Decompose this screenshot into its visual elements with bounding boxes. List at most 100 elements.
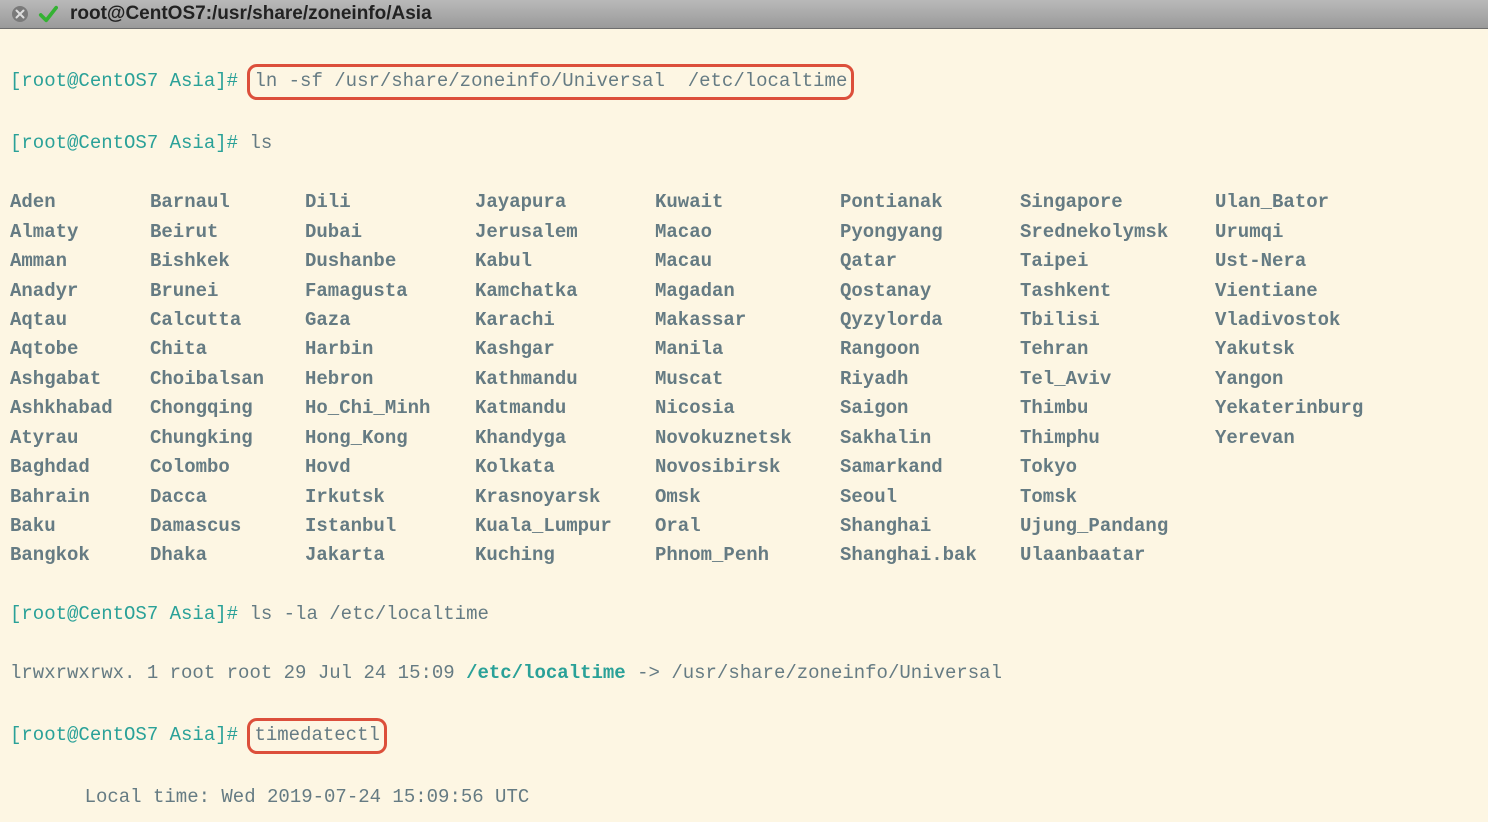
list-item: Dushanbe <box>305 247 475 276</box>
list-item: Beirut <box>150 218 305 247</box>
list-item: Katmandu <box>475 394 655 423</box>
list-item: Taipei <box>1020 247 1215 276</box>
list-item: Kolkata <box>475 453 655 482</box>
terminal-content[interactable]: [root@CentOS7 Asia]# ln -sf /usr/share/z… <box>0 29 1488 822</box>
list-item: Tokyo <box>1020 453 1215 482</box>
command-ln-highlighted: ln -sf /usr/share/zoneinfo/Universal /et… <box>247 64 854 99</box>
list-item: Thimphu <box>1020 424 1215 453</box>
list-item: Dhaka <box>150 541 305 570</box>
list-item: Bahrain <box>10 483 150 512</box>
list-item: Tehran <box>1020 335 1215 364</box>
list-item: Brunei <box>150 277 305 306</box>
list-item: Jerusalem <box>475 218 655 247</box>
list-item: Phnom_Penh <box>655 541 840 570</box>
list-item: Famagusta <box>305 277 475 306</box>
list-item: Damascus <box>150 512 305 541</box>
list-item: Thimbu <box>1020 394 1215 423</box>
list-item: Hovd <box>305 453 475 482</box>
ls-output: AdenBarnaulDiliJayapuraKuwaitPontianakSi… <box>6 188 1482 571</box>
list-item: Qyzylorda <box>840 306 1020 335</box>
shell-prompt: [root@CentOS7 Asia]# <box>10 603 238 625</box>
window-title: root@CentOS7:/usr/share/zoneinfo/Asia <box>70 3 432 25</box>
ls-la-output: lrwxrwxrwx. 1 root root 29 Jul 24 15:09 … <box>6 659 1482 688</box>
list-item: Tashkent <box>1020 277 1215 306</box>
list-item: Harbin <box>305 335 475 364</box>
list-item: Gaza <box>305 306 475 335</box>
shell-prompt: [root@CentOS7 Asia]# <box>10 132 238 154</box>
list-item: Shanghai.bak <box>840 541 1020 570</box>
list-item: Chungking <box>150 424 305 453</box>
list-item: Oral <box>655 512 840 541</box>
checkmark-icon <box>38 4 58 24</box>
list-item: Tbilisi <box>1020 306 1215 335</box>
list-item: Chita <box>150 335 305 364</box>
list-item: Kathmandu <box>475 365 655 394</box>
list-item: Yangon <box>1215 365 1390 394</box>
list-item: Omsk <box>655 483 840 512</box>
list-item: Choibalsan <box>150 365 305 394</box>
window-titlebar: root@CentOS7:/usr/share/zoneinfo/Asia <box>0 0 1488 29</box>
list-item: Dacca <box>150 483 305 512</box>
list-item: Seoul <box>840 483 1020 512</box>
list-item: Khandyga <box>475 424 655 453</box>
list-item: Aqtau <box>10 306 150 335</box>
list-item: Qostanay <box>840 277 1020 306</box>
list-item: Novosibirsk <box>655 453 840 482</box>
list-item: Almaty <box>10 218 150 247</box>
timedatectl-local-time: Local time: Wed 2019-07-24 15:09:56 UTC <box>6 783 1482 812</box>
list-item: Macau <box>655 247 840 276</box>
list-item: Shanghai <box>840 512 1020 541</box>
list-item: Saigon <box>840 394 1020 423</box>
shell-prompt: [root@CentOS7 Asia]# <box>10 724 238 746</box>
list-item: Srednekolymsk <box>1020 218 1215 247</box>
list-item: Jakarta <box>305 541 475 570</box>
list-item <box>1215 453 1390 482</box>
list-item: Magadan <box>655 277 840 306</box>
list-item: Karachi <box>475 306 655 335</box>
list-item: Pontianak <box>840 188 1020 217</box>
list-item: Kabul <box>475 247 655 276</box>
list-item: Novokuznetsk <box>655 424 840 453</box>
list-item: Baku <box>10 512 150 541</box>
list-item: Aqtobe <box>10 335 150 364</box>
list-item: Aden <box>10 188 150 217</box>
list-item: Bishkek <box>150 247 305 276</box>
list-item: Qatar <box>840 247 1020 276</box>
list-item: Yekaterinburg <box>1215 394 1390 423</box>
list-item: Anadyr <box>10 277 150 306</box>
list-item: Tomsk <box>1020 483 1215 512</box>
list-item: Calcutta <box>150 306 305 335</box>
list-item: Irkutsk <box>305 483 475 512</box>
list-item: Singapore <box>1020 188 1215 217</box>
list-item: Atyrau <box>10 424 150 453</box>
list-item: Nicosia <box>655 394 840 423</box>
list-item: Bangkok <box>10 541 150 570</box>
list-item: Istanbul <box>305 512 475 541</box>
close-icon[interactable] <box>10 4 30 24</box>
list-item: Krasnoyarsk <box>475 483 655 512</box>
list-item: Makassar <box>655 306 840 335</box>
list-item: Macao <box>655 218 840 247</box>
list-item: Ashkhabad <box>10 394 150 423</box>
list-item: Yakutsk <box>1215 335 1390 364</box>
list-item: Ashgabat <box>10 365 150 394</box>
list-item: Sakhalin <box>840 424 1020 453</box>
list-item: Urumqi <box>1215 218 1390 247</box>
list-item: Vientiane <box>1215 277 1390 306</box>
list-item: Riyadh <box>840 365 1020 394</box>
list-item: Hebron <box>305 365 475 394</box>
list-item: Manila <box>655 335 840 364</box>
list-item: Chongqing <box>150 394 305 423</box>
list-item: Tel_Aviv <box>1020 365 1215 394</box>
list-item: Muscat <box>655 365 840 394</box>
list-item: Ujung_Pandang <box>1020 512 1215 541</box>
command-ls: ls <box>249 132 272 154</box>
list-item: Kuching <box>475 541 655 570</box>
list-item: Jayapura <box>475 188 655 217</box>
list-item: Ho_Chi_Minh <box>305 394 475 423</box>
list-item: Amman <box>10 247 150 276</box>
list-item: Dili <box>305 188 475 217</box>
list-item: Kashgar <box>475 335 655 364</box>
symlink-path: /etc/localtime <box>466 662 626 684</box>
list-item: Colombo <box>150 453 305 482</box>
